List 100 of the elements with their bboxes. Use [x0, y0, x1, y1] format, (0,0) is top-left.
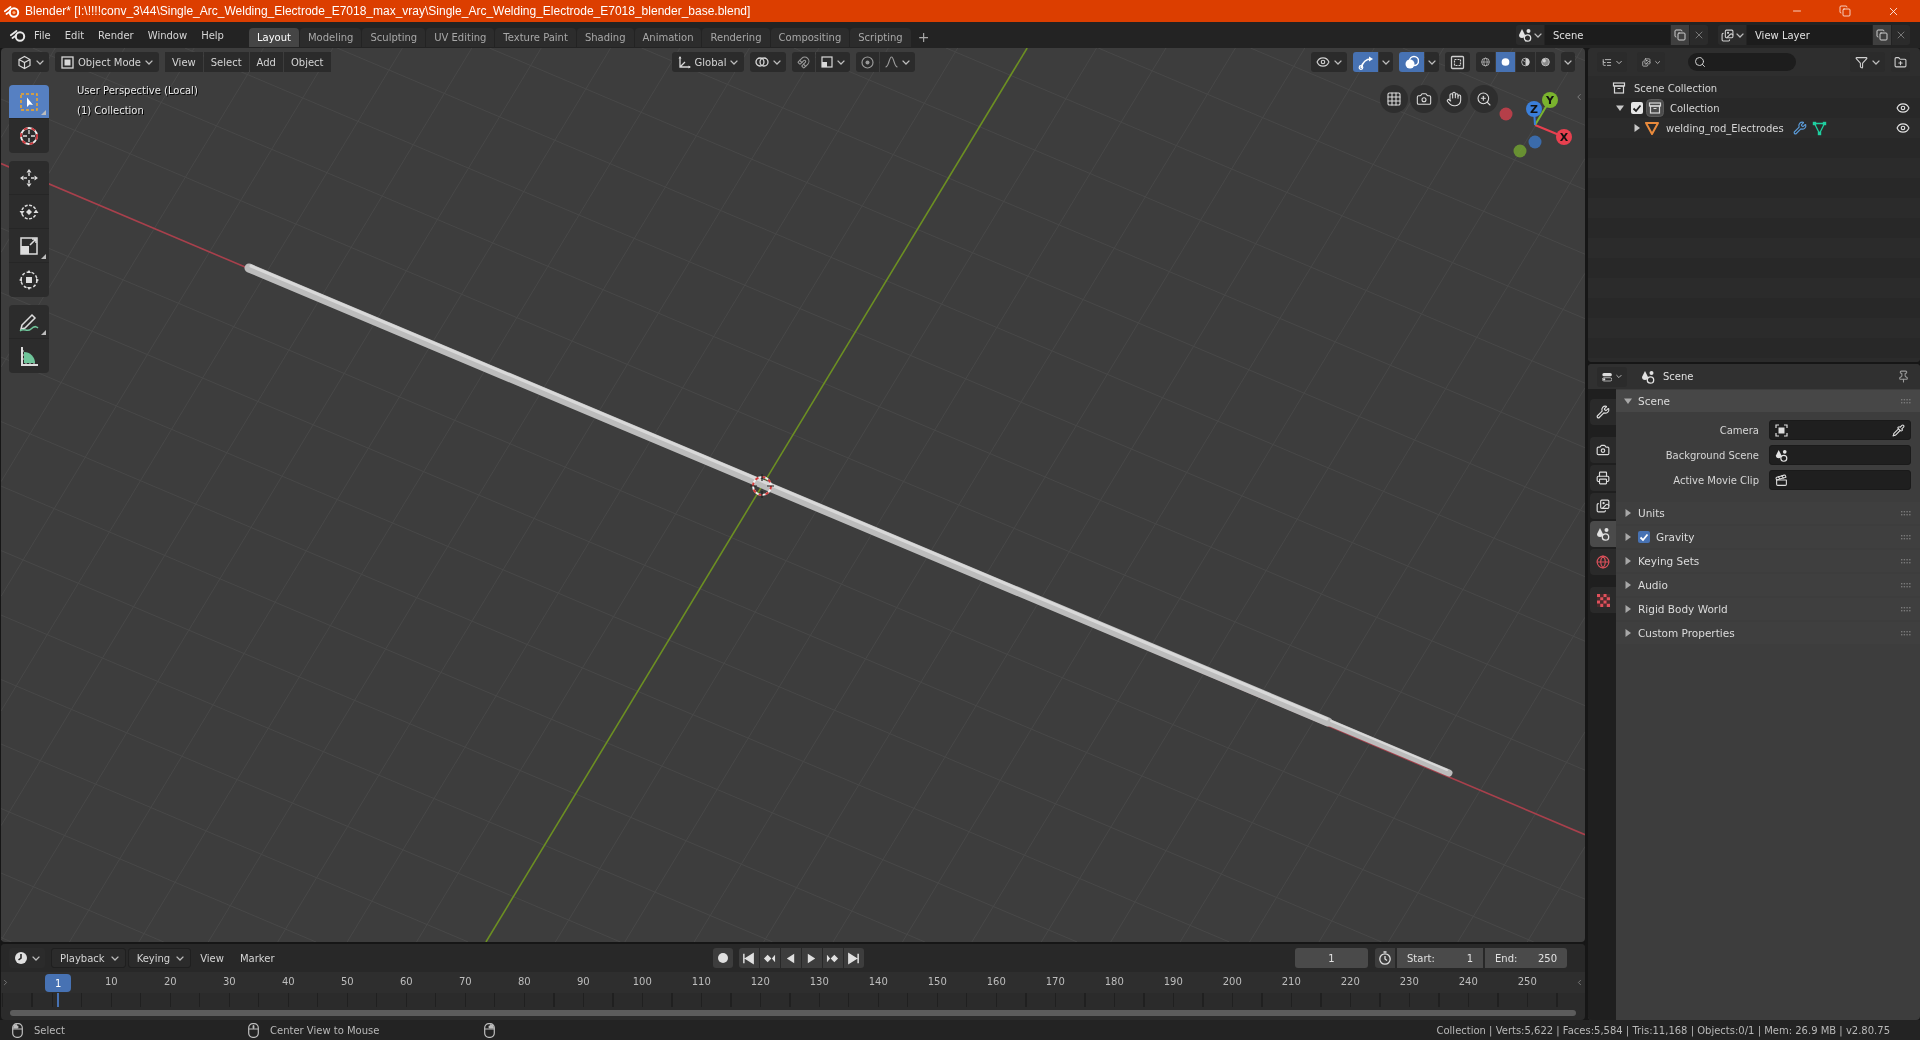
grid-view-button[interactable] [1380, 85, 1408, 113]
end-frame-field[interactable]: End: 250 [1485, 948, 1567, 968]
pan-view-button[interactable] [1440, 85, 1468, 113]
axis-handle[interactable]: Z [1526, 101, 1542, 117]
drag-handle-icon[interactable] [1901, 510, 1911, 516]
menu-item[interactable]: Edit [57, 25, 92, 45]
view-layer-browse-button[interactable] [1718, 25, 1746, 45]
visibility-dropdown[interactable] [1311, 52, 1347, 72]
workspace-tab[interactable]: Animation [634, 28, 702, 47]
snap-toggle[interactable] [792, 52, 816, 72]
shading-mode-button[interactable] [1536, 52, 1555, 72]
workspace-tab[interactable]: Texture Paint [495, 28, 576, 47]
tool-button[interactable] [9, 339, 49, 373]
falloff-dropdown[interactable] [880, 52, 916, 72]
drag-handle-icon[interactable] [1901, 582, 1911, 588]
tree-item[interactable]: Collection [1670, 102, 1720, 114]
menu-item[interactable]: View [193, 948, 231, 968]
remove-scene-button[interactable] [1690, 25, 1708, 45]
expand-arrow-icon[interactable] [1624, 533, 1632, 541]
expand-arrow-icon[interactable] [1624, 397, 1632, 405]
remove-view-layer-button[interactable] [1892, 25, 1910, 45]
tool-button[interactable] [9, 229, 49, 263]
toggle-options-dropdown[interactable] [1425, 52, 1439, 72]
panel-header[interactable]: Scene [1616, 390, 1920, 412]
workspace-tab[interactable]: UV Editing [426, 28, 495, 47]
drag-handle-icon[interactable] [1901, 558, 1911, 564]
expand-arrow-icon[interactable] [1616, 104, 1624, 112]
view-layer-name-field[interactable]: View Layer [1747, 25, 1872, 45]
menu-item[interactable]: View [165, 52, 203, 72]
shading-options-dropdown[interactable] [1561, 52, 1575, 72]
pivot-dropdown[interactable] [750, 52, 787, 72]
add-workspace-button[interactable]: + [911, 28, 936, 47]
region-toggle-icon[interactable] [1575, 978, 1584, 987]
toggle-options-dropdown[interactable] [1379, 52, 1393, 72]
expand-arrow-icon[interactable] [1624, 557, 1632, 565]
tool-button[interactable] [9, 85, 49, 119]
menu-dropdown[interactable]: Playback [51, 948, 126, 968]
tree-item[interactable]: welding_rod_Electrodes [1666, 122, 1784, 134]
menu-dropdown[interactable]: Keying [127, 948, 192, 968]
scene-name-field[interactable]: Scene [1545, 25, 1670, 45]
properties-tab[interactable] [1590, 493, 1616, 519]
properties-tab[interactable] [1590, 521, 1616, 547]
eye-icon[interactable] [1896, 121, 1910, 135]
shading-mode-button[interactable] [1516, 52, 1535, 72]
menu-item[interactable]: Render [91, 25, 141, 45]
menu-item[interactable]: Window [140, 25, 195, 45]
workspace-tab[interactable]: Modeling [299, 28, 362, 47]
eyedropper-icon[interactable] [1892, 423, 1905, 437]
expand-arrow-icon[interactable] [1624, 629, 1632, 637]
camera-field[interactable] [1769, 420, 1911, 440]
workspace-tab[interactable]: Shading [576, 28, 634, 47]
menu-item[interactable]: Object [283, 52, 331, 72]
expand-arrow-icon[interactable] [1624, 509, 1632, 517]
orientation-dropdown[interactable]: Global [671, 52, 745, 72]
copy-view-layer-button[interactable] [1873, 25, 1891, 45]
tool-button[interactable] [9, 119, 49, 153]
workspace-tab[interactable]: Scripting [850, 28, 911, 47]
menu-item[interactable]: Select [203, 52, 249, 72]
camera-view-button[interactable] [1410, 85, 1438, 113]
drag-handle-icon[interactable] [1901, 398, 1911, 404]
menu-item[interactable]: File [27, 25, 58, 45]
axis-handle[interactable]: Y [1542, 92, 1558, 108]
zoom-view-button[interactable] [1470, 85, 1498, 113]
record-button[interactable] [712, 948, 733, 968]
playhead[interactable]: 1 [45, 974, 72, 992]
workspace-tab[interactable]: Compositing [770, 28, 850, 47]
editor-type-button[interactable] [12, 52, 49, 72]
search-field[interactable] [1688, 53, 1796, 71]
menu-item[interactable]: Add [249, 52, 283, 72]
workspace-tab[interactable]: Rendering [702, 28, 770, 47]
tool-button[interactable] [9, 161, 49, 195]
scene-browse-button[interactable] [1516, 25, 1544, 45]
scene-field[interactable] [1769, 445, 1911, 465]
expand-arrow-icon[interactable] [1624, 581, 1632, 589]
negative-axis-handle[interactable] [1499, 107, 1513, 121]
tree-item[interactable]: Scene Collection [1634, 82, 1718, 94]
menu-item[interactable]: Marker [232, 948, 282, 968]
eye-icon[interactable] [1896, 101, 1910, 115]
pin-icon[interactable] [1897, 370, 1910, 383]
workspace-tab[interactable]: Sculpting [362, 28, 426, 47]
sidebar-toggle-icon[interactable] [1574, 92, 1584, 102]
properties-tab[interactable] [1590, 437, 1616, 463]
playback-button[interactable] [780, 948, 801, 968]
menu-item[interactable]: Help [194, 25, 231, 45]
playback-button[interactable] [759, 948, 780, 968]
preview-range-toggle[interactable] [1375, 948, 1395, 968]
checkbox[interactable] [1631, 102, 1643, 114]
shading-mode-button[interactable] [1496, 52, 1515, 72]
proportional-edit-toggle[interactable] [856, 52, 880, 72]
properties-tab[interactable] [1590, 399, 1616, 425]
start-frame-field[interactable]: Start: 1 [1397, 948, 1483, 968]
xray-toggle[interactable] [1445, 52, 1470, 72]
restore-icon[interactable] [1839, 5, 1851, 17]
tool-button[interactable] [9, 305, 49, 339]
tool-button[interactable] [9, 195, 49, 229]
overlays-toggle[interactable] [1399, 52, 1424, 72]
playback-button[interactable] [801, 948, 822, 968]
tool-button[interactable] [9, 263, 49, 297]
region-toggle-icon[interactable] [1, 978, 10, 987]
playback-button[interactable] [843, 948, 864, 968]
